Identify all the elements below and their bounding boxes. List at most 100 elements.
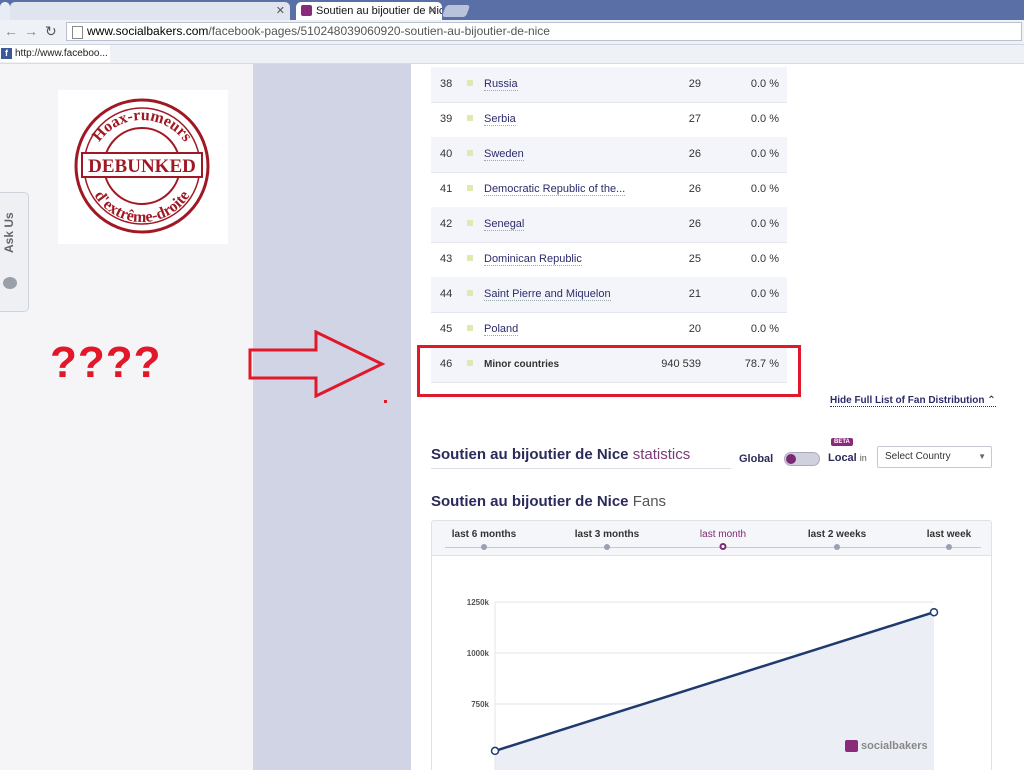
y-tick-label: 1000k	[467, 649, 490, 658]
percent-cell: 0.0 %	[750, 113, 779, 125]
range-dot-active[interactable]	[719, 543, 727, 550]
fans-heading: Soutien au bijoutier de Nice Fans	[431, 493, 666, 510]
country-link[interactable]: Russia	[484, 78, 518, 91]
y-tick-label: 1250k	[467, 598, 490, 607]
heading-suffix: Fans	[632, 493, 667, 510]
debunked-stamp-image: Hoax-rumeurs d'extrême-droite DEBUNKED	[58, 90, 228, 244]
fans-cell: 26	[688, 183, 701, 195]
browser-toolbar: ← → ↻ www.socialbakers.com/facebook-page…	[0, 20, 1024, 45]
socialbakers-favicon-icon	[301, 5, 312, 16]
range-dot[interactable]	[481, 544, 487, 550]
range-tab-last-6-months[interactable]: last 6 months	[452, 529, 516, 540]
range-tab-last-2-weeks[interactable]: last 2 weeks	[808, 529, 866, 540]
country-select[interactable]: Select Country ▼	[877, 446, 992, 468]
statistics-heading: Soutien au bijoutier de Nice statistics	[431, 446, 690, 463]
percent-cell: 0.0 %	[750, 323, 779, 335]
page-name: Soutien au bijoutier de Nice	[431, 446, 629, 463]
hide-fan-distribution-link[interactable]: Hide Full List of Fan Distribution ⌃	[830, 395, 996, 407]
socialbakers-logo-icon	[845, 740, 858, 753]
time-range-selector: last 6 months last 3 months last month l…	[431, 520, 992, 556]
local-in-text: in	[859, 453, 867, 463]
country-link[interactable]: Poland	[484, 323, 519, 336]
bookmark-facebook[interactable]: f http://www.faceboo...	[0, 45, 110, 62]
beta-badge: BETA	[831, 438, 853, 446]
rank-cell: 43	[440, 253, 453, 265]
legend-swatch	[467, 80, 473, 86]
percent-cell: 0.0 %	[750, 148, 779, 160]
page-name: Soutien au bijoutier de Nice	[431, 493, 629, 510]
range-dot[interactable]	[834, 544, 840, 550]
legend-swatch	[467, 220, 473, 226]
local-label: Local in	[828, 452, 867, 464]
bookmark-label: http://www.faceboo...	[15, 48, 108, 59]
rank-cell: 45	[440, 323, 453, 335]
browser-tabstrip: ✕ Soutien au bijoutier de Nic ✕	[0, 0, 1024, 20]
table-row: 39 Serbia 27 0.0 %	[431, 102, 787, 138]
table-row: 41 Democratic Republic of the... 26 0.0 …	[431, 172, 787, 208]
ask-us-tab[interactable]: Ask Us	[0, 192, 29, 312]
country-link[interactable]: Dominican Republic	[484, 253, 582, 266]
global-local-toggle[interactable]	[784, 452, 820, 466]
reload-icon[interactable]: ↻	[45, 23, 57, 40]
country-link[interactable]: Senegal	[484, 218, 525, 231]
percent-cell: 0.0 %	[750, 288, 779, 300]
page-icon	[72, 26, 83, 39]
range-tab-last-month[interactable]: last month	[700, 529, 746, 540]
rank-cell: 38	[440, 78, 453, 90]
logo-text: socialbakers	[861, 740, 928, 752]
legend-swatch	[467, 185, 473, 191]
back-arrow-icon[interactable]: ←	[4, 23, 18, 39]
country-link[interactable]: Serbia	[484, 113, 516, 126]
rank-cell: 44	[440, 288, 453, 300]
bookmarks-bar: f http://www.faceboo...	[0, 45, 1024, 64]
tab-stub	[0, 2, 10, 20]
table-row: 42 Senegal 26 0.0 %	[431, 207, 787, 243]
legend-swatch	[467, 290, 473, 296]
page-sidebar-column	[253, 64, 411, 770]
fans-chart: 750k 1000k 1250k socialbakers	[431, 556, 992, 770]
data-point[interactable]	[490, 746, 500, 756]
table-row: 45 Poland 20 0.0 %	[431, 312, 787, 348]
range-tab-last-3-months[interactable]: last 3 months	[575, 529, 639, 540]
percent-cell: 0.0 %	[750, 183, 779, 195]
fans-cell: 29	[688, 78, 701, 90]
socialbakers-logo: socialbakers	[845, 740, 928, 753]
browser-tab-active[interactable]: Soutien au bijoutier de Nic ✕	[296, 2, 442, 20]
range-dot[interactable]	[604, 544, 610, 550]
range-tab-last-week[interactable]: last week	[927, 529, 971, 540]
facebook-icon: f	[1, 48, 12, 59]
url-host: www.socialbakers.com	[87, 24, 209, 38]
forward-arrow-icon[interactable]: →	[24, 23, 38, 39]
address-bar[interactable]: www.socialbakers.com/facebook-pages/5102…	[66, 22, 1022, 41]
percent-cell: 0.0 %	[750, 253, 779, 265]
fans-cell: 26	[688, 148, 701, 160]
country-link[interactable]: Democratic Republic of the...	[484, 183, 626, 196]
table-row: 38 Russia 29 0.0 %	[431, 67, 787, 103]
legend-swatch	[467, 255, 473, 261]
percent-cell: 0.0 %	[750, 218, 779, 230]
rank-cell: 42	[440, 218, 453, 230]
question-marks-annotation: ????	[50, 338, 162, 387]
close-icon[interactable]: ✕	[428, 2, 437, 20]
rank-cell: 41	[440, 183, 453, 195]
red-dot-mark	[384, 400, 387, 403]
range-dot[interactable]	[946, 544, 952, 550]
new-tab-button[interactable]	[441, 5, 471, 17]
range-track	[445, 547, 981, 548]
local-text: Local	[828, 452, 857, 464]
red-highlight-box	[417, 345, 801, 397]
select-value: Select Country	[885, 451, 951, 462]
heading-divider	[431, 468, 731, 469]
close-icon[interactable]: ✕	[276, 2, 285, 20]
fans-cell: 20	[688, 323, 701, 335]
red-arrow-annotation	[248, 330, 386, 398]
url-path: /facebook-pages/510248039060920-soutien-…	[208, 24, 550, 38]
browser-tab-blank[interactable]: ✕	[10, 2, 290, 20]
rank-cell: 40	[440, 148, 453, 160]
chat-bubble-icon	[3, 277, 17, 289]
chart-svg: 750k 1000k 1250k	[467, 598, 939, 770]
country-link[interactable]: Sweden	[484, 148, 524, 161]
country-link[interactable]: Saint Pierre and Miquelon	[484, 288, 611, 301]
fans-cell: 26	[688, 218, 701, 230]
data-point[interactable]	[929, 607, 939, 617]
